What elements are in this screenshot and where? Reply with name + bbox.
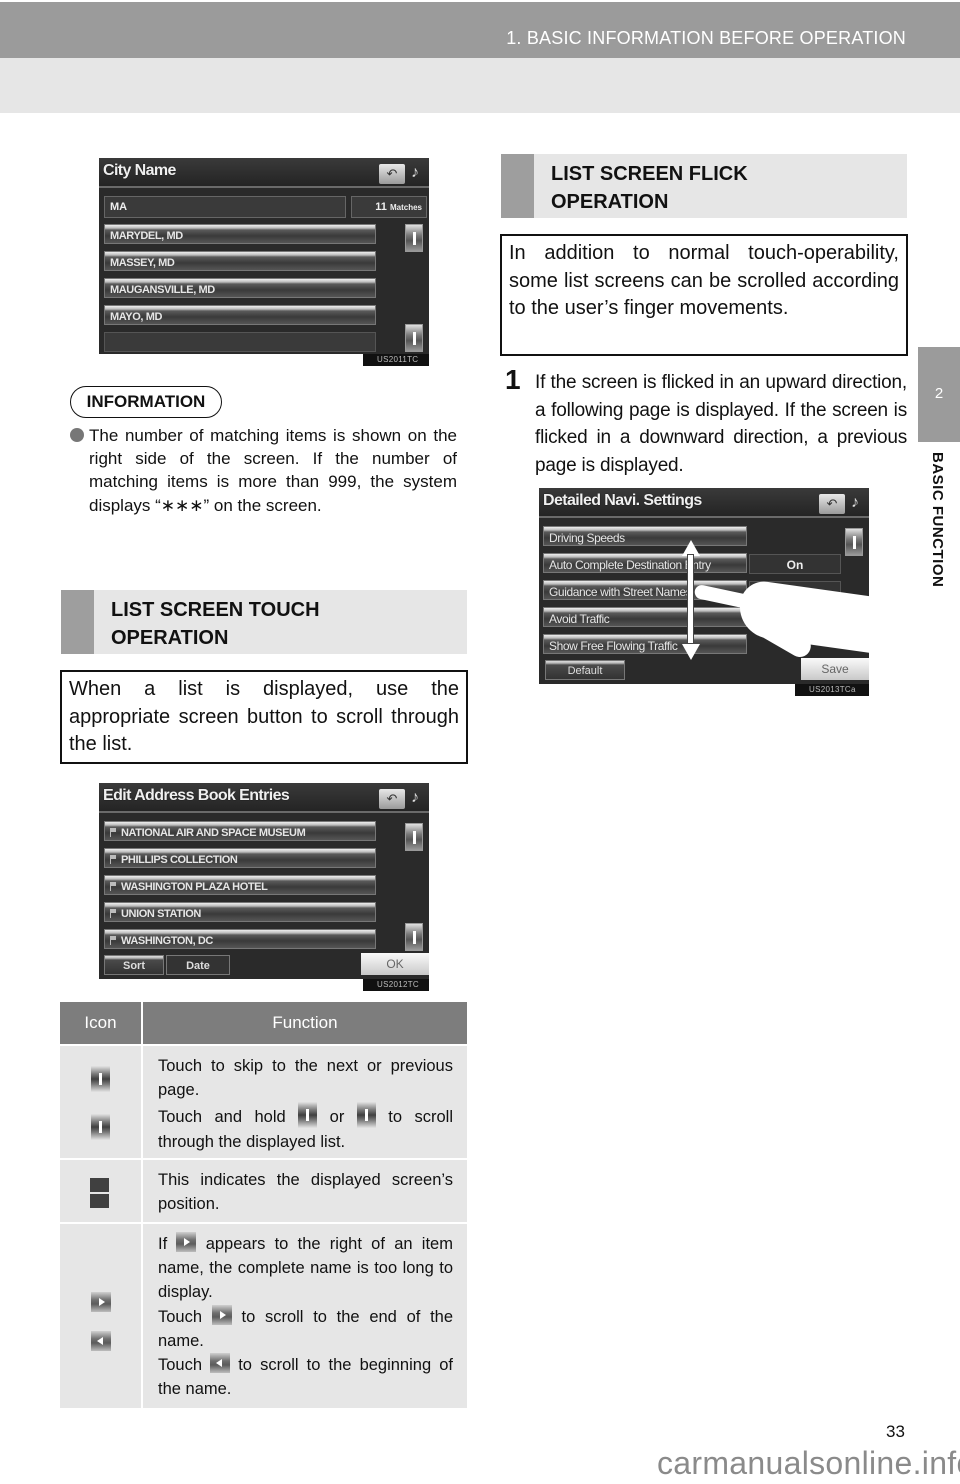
page-down-button[interactable] — [405, 923, 423, 951]
function-text: Touch to skip to the next or previous pa… — [158, 1057, 453, 1100]
screen-title: Edit Address Book Entries — [103, 787, 290, 804]
matches-count: 11 Matches — [351, 196, 427, 218]
flag-icon — [110, 882, 117, 891]
page-up-button[interactable] — [405, 823, 423, 851]
list-item[interactable]: MAYO, MD — [104, 305, 376, 325]
flag-icon — [110, 909, 117, 918]
empty-list-slot — [104, 332, 376, 352]
list-item[interactable]: WASHINGTON, DC — [104, 929, 376, 949]
page-down-button[interactable] — [405, 324, 423, 352]
icon-function-table: Icon Function Touch to skip to the next … — [60, 1002, 467, 1408]
table-header: Icon Function — [60, 1002, 467, 1044]
icon-cell — [60, 1046, 143, 1158]
page-number: 33 — [886, 1422, 905, 1441]
section-intro-box: In addition to normal touch-operability,… — [500, 234, 908, 356]
function-cell: This indicates the displayed screen’s po… — [158, 1171, 453, 1214]
section-intro-box: When a list is displayed, use the approp… — [60, 670, 468, 764]
table-row: This indicates the displayed screen’s po… — [60, 1158, 467, 1222]
screenshot-caption: US2012TC — [363, 979, 429, 991]
function-cell: Touch to skip to the next or previous pa… — [158, 1057, 454, 1151]
list-item[interactable]: WASHINGTON PLAZA HOTEL — [104, 875, 376, 895]
scroll-name-right-icon — [176, 1232, 197, 1252]
step-number: 1 — [505, 364, 521, 395]
scroll-name-left-icon — [91, 1331, 111, 1351]
section-header-touch: LIST SCREEN TOUCH OPERATION — [61, 590, 467, 654]
list-item[interactable]: PHILLIPS COLLECTION — [104, 848, 376, 868]
list-item[interactable]: MASSEY, MD — [104, 251, 376, 271]
header-band — [0, 58, 960, 113]
default-button[interactable]: Default — [545, 660, 625, 680]
page-up-button[interactable] — [845, 528, 863, 556]
save-button[interactable]: Save — [801, 658, 869, 680]
flag-icon — [110, 828, 117, 837]
icon-cell — [60, 1160, 143, 1222]
screenshot-caption: US2011TC — [363, 354, 429, 366]
scroll-name-left-icon — [210, 1353, 231, 1374]
flag-icon — [110, 855, 117, 864]
chapter-title: 1. BASIC INFORMATION BEFORE OPERATION — [506, 28, 906, 48]
scroll-name-right-icon — [211, 1304, 232, 1325]
settings-item[interactable]: Show Free Flowing Traffic — [543, 634, 747, 654]
column-header-icon: Icon — [60, 1002, 143, 1044]
page-down-icon — [356, 1102, 376, 1129]
section-header-bar — [501, 154, 534, 218]
music-note-icon: ♪ — [411, 164, 419, 181]
matches-number: 11 — [375, 201, 387, 213]
section-header-flick: LIST SCREEN FLICK OPERATION — [501, 154, 907, 218]
city-search-input[interactable]: MA — [104, 196, 346, 218]
chapter-header-bar: 1. BASIC INFORMATION BEFORE OPERATION — [0, 2, 960, 58]
screen-title: City Name — [103, 162, 176, 179]
screenshot-caption: US2013TCa — [795, 684, 869, 696]
section-title: LIST SCREEN FLICK OPERATION — [551, 163, 748, 213]
return-arrow-icon[interactable]: ↶ — [819, 494, 845, 514]
section-title: LIST SCREEN TOUCH OPERATION — [111, 599, 320, 649]
return-arrow-icon[interactable]: ↶ — [379, 164, 405, 184]
ok-button[interactable]: OK — [361, 953, 429, 975]
page-up-icon — [91, 1066, 110, 1092]
settings-item[interactable]: Auto Complete Destination Entry — [543, 553, 747, 573]
list-item[interactable]: UNION STATION — [104, 902, 376, 922]
flag-icon — [110, 936, 117, 945]
icon-cell — [60, 1224, 143, 1408]
scroll-position-icon — [90, 1178, 109, 1192]
list-item[interactable]: MAUGANSVILLE, MD — [104, 278, 376, 298]
table-row: Touch to skip to the next or previous pa… — [60, 1044, 467, 1158]
bullet-icon — [70, 428, 84, 442]
information-text: The number of matching items is shown on… — [89, 426, 457, 515]
table-row: If appears to the right of an item name,… — [60, 1222, 467, 1408]
return-arrow-icon[interactable]: ↶ — [379, 789, 405, 809]
settings-value[interactable]: On — [749, 554, 841, 574]
music-note-icon: ♪ — [411, 789, 419, 806]
settings-item[interactable]: Driving Speeds — [543, 526, 747, 546]
list-item[interactable]: MARYDEL, MD — [104, 224, 376, 244]
date-button[interactable]: Date — [166, 955, 230, 975]
city-name-screenshot: City Name ↶ ♪ MA 11 Matches MARYDEL, MD … — [99, 158, 429, 354]
scroll-position-icon — [90, 1194, 109, 1208]
scroll-name-right-icon — [91, 1292, 111, 1312]
function-cell: If appears to the right of an item name,… — [143, 1224, 467, 1408]
sort-button[interactable]: Sort — [104, 955, 164, 975]
page-up-button[interactable] — [405, 224, 423, 252]
chapter-number-tab[interactable]: 2 — [918, 347, 960, 442]
chapter-side-label-text: BASIC FUNCTION — [929, 452, 946, 588]
settings-item[interactable]: Avoid Traffic — [543, 607, 747, 627]
section-header-bar — [61, 590, 94, 654]
page-down-icon — [91, 1114, 110, 1140]
column-header-function: Function — [272, 1013, 338, 1032]
chapter-side-label: BASIC FUNCTION — [922, 452, 950, 632]
navi-settings-screenshot: Detailed Navi. Settings ↶ ♪ Driving Spee… — [539, 488, 869, 684]
music-note-icon: ♪ — [851, 494, 859, 511]
list-item[interactable]: NATIONAL AIR AND SPACE MUSEUM — [104, 821, 376, 841]
watermark: carmanualsonline.info — [657, 1445, 960, 1481]
address-book-screenshot: Edit Address Book Entries ↶ ♪ NATIONAL A… — [99, 783, 429, 979]
step-text: If the screen is flicked in an upward di… — [535, 372, 907, 476]
matches-label: Matches — [389, 203, 422, 212]
page-up-icon — [298, 1102, 318, 1129]
screen-title: Detailed Navi. Settings — [543, 492, 702, 509]
information-label: INFORMATION — [70, 386, 222, 418]
